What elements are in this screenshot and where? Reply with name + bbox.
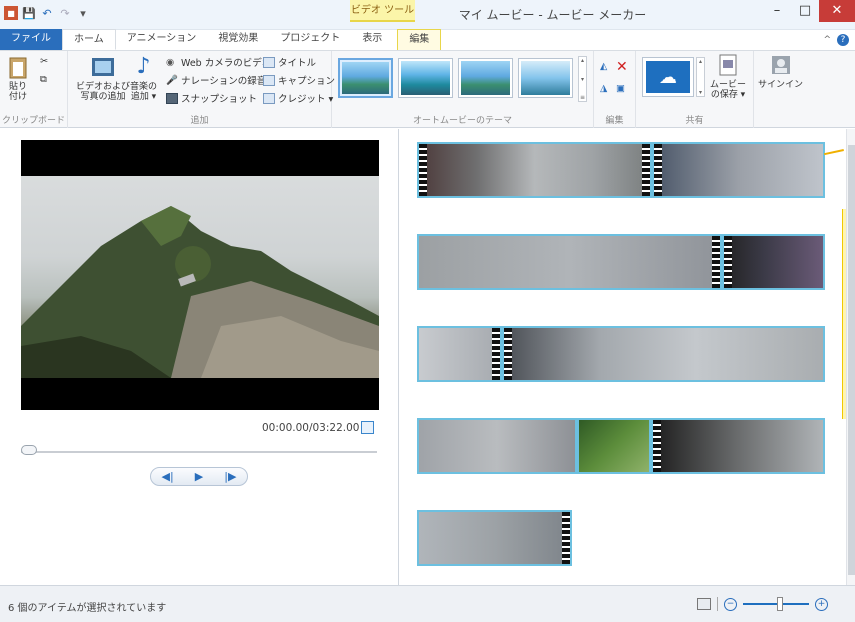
tab-animation[interactable]: アニメーション — [116, 29, 208, 50]
fullscreen-preview-icon[interactable] — [361, 421, 374, 434]
next-frame-icon[interactable]: |▶ — [224, 470, 236, 483]
theme-thumbnail[interactable] — [338, 58, 393, 98]
storyboard — [400, 129, 847, 585]
zoom-in-icon[interactable]: + — [815, 597, 828, 611]
video-frame-image — [21, 176, 379, 378]
tooltip-pointer — [823, 149, 847, 165]
tab-file[interactable]: ファイル — [0, 29, 62, 50]
add-media-button[interactable]: ビデオおよび 写真の追加 — [76, 55, 130, 102]
video-clip[interactable] — [417, 510, 572, 566]
group-share: ☁ ▴ ▾ ムービー の保存 ▾ 共有 — [636, 51, 754, 128]
credits-button[interactable]: クレジット ▾ — [263, 91, 333, 105]
theme-thumbnail[interactable] — [518, 58, 573, 98]
video-clip[interactable] — [651, 418, 825, 474]
microphone-icon: 🎤 — [166, 74, 178, 86]
previous-frame-icon[interactable]: ◀| — [162, 470, 174, 483]
select-all-icon[interactable]: ▣ — [616, 83, 625, 94]
add-music-button[interactable]: ♪ 音楽の 追加 ▾ — [130, 54, 157, 103]
window-controls: – □ ✕ — [763, 0, 855, 22]
video-preview[interactable] — [21, 140, 379, 410]
group-edit: ◭ ✕ ◮ ▣ 編集 — [594, 51, 636, 128]
window-title: マイ ムービー - ムービー メーカー — [458, 8, 647, 22]
storyboard-scrollbar[interactable] — [846, 129, 855, 585]
group-sign-in: サインイン — [754, 51, 804, 128]
video-clip[interactable] — [417, 142, 652, 198]
theme-thumbnail[interactable] — [458, 58, 513, 98]
zoom-slider[interactable] — [743, 597, 809, 611]
share-scroll[interactable]: ▴ ▾ — [696, 57, 705, 97]
tab-visual-effects[interactable]: 視覚効果 — [207, 29, 269, 50]
record-narration-button[interactable]: 🎤 ナレーションの録音 ▾ — [166, 73, 274, 88]
credits-icon — [263, 92, 275, 104]
rotate-right-icon[interactable]: ◮ — [600, 83, 607, 94]
seek-bar[interactable] — [21, 451, 377, 453]
webcam-icon: ◉ — [166, 56, 175, 68]
status-bar: 6 個のアイテムが選択されています − + — [0, 585, 855, 622]
user-icon — [769, 53, 793, 77]
video-clip[interactable] — [417, 326, 502, 382]
themes-scroll[interactable]: ▴ ▾ ≡ — [578, 56, 587, 102]
add-video-photo-icon — [91, 55, 115, 79]
group-label-share: 共有 — [685, 116, 704, 126]
webcam-video-button[interactable]: ◉ Web カメラのビデオ — [166, 55, 271, 70]
minimize-button[interactable]: – — [763, 0, 791, 22]
group-label-themes: オートムービーのテーマ — [412, 116, 512, 126]
zoom-out-icon[interactable]: − — [724, 597, 737, 611]
collapse-ribbon-icon[interactable]: ^ — [823, 35, 831, 45]
music-note-icon: ♪ — [136, 54, 151, 79]
tab-edit[interactable]: 編集 — [397, 29, 442, 50]
status-text: 6 個のアイテムが選択されています — [8, 603, 167, 614]
rotate-left-icon[interactable]: ◭ — [600, 61, 607, 72]
playback-controls: ◀| ▶ |▶ — [150, 467, 248, 486]
maximize-button[interactable]: □ — [791, 0, 819, 22]
copy-icon[interactable]: ⧉ — [40, 74, 47, 85]
video-clip[interactable] — [502, 326, 825, 382]
onedrive-share-button[interactable]: ☁ — [642, 57, 694, 97]
tab-view[interactable]: 表示 — [351, 29, 393, 50]
onedrive-cloud-icon: ☁ — [646, 61, 690, 93]
pane-divider[interactable] — [398, 129, 399, 585]
caption-button[interactable]: キャプション — [263, 73, 335, 87]
video-clip[interactable] — [722, 234, 825, 290]
theme-thumbnail[interactable] — [398, 58, 453, 98]
seek-handle[interactable] — [21, 445, 37, 455]
group-add: ビデオおよび 写真の追加 ♪ 音楽の 追加 ▾ ◉ Web カメラのビデオ 🎤 ナレ… — [68, 51, 335, 128]
tab-home[interactable]: ホーム — [62, 29, 116, 50]
group-label-add: 追加 — [190, 116, 209, 126]
title-icon — [263, 56, 275, 68]
cut-icon[interactable]: ✂ — [40, 56, 48, 67]
sign-in-button[interactable]: サインイン — [758, 53, 803, 90]
video-clip[interactable] — [652, 142, 825, 198]
tab-project[interactable]: プロジェクト — [269, 29, 351, 50]
play-icon[interactable]: ▶ — [195, 470, 203, 483]
thumbnail-size-icon[interactable] — [697, 598, 711, 610]
paste-button[interactable]: 貼り 付け — [6, 55, 30, 102]
group-label-edit: 編集 — [605, 116, 624, 126]
group-automovie-themes: ▴ ▾ ≡ オートムービーのテーマ — [332, 51, 594, 128]
group-label-clipboard: クリップボード — [1, 116, 65, 126]
video-clip[interactable] — [417, 418, 577, 474]
caption-icon — [263, 74, 275, 86]
scrollbar-thumb[interactable] — [848, 145, 855, 575]
zoom-controls: − + — [697, 597, 828, 611]
help-icon[interactable]: ? — [837, 33, 849, 46]
close-button[interactable]: ✕ — [819, 0, 855, 22]
ribbon-tabs: ファイル ホーム アニメーション 視覚効果 プロジェクト 表示 編集 ^ ? — [0, 29, 855, 51]
ribbon: 貼り 付け ✂ ⧉ クリップボード ビデオおよび 写真の追加 ♪ 音楽の 追加 … — [0, 51, 855, 128]
title-button[interactable]: タイトル — [263, 55, 316, 69]
title-bar: ■ 💾 ↶ ↷ ▾ ビデオ ツール マイ ムービー - ムービー メーカー – … — [0, 0, 855, 30]
delete-icon[interactable]: ✕ — [616, 59, 628, 75]
preview-pane: 00:00.00/03:22.00 ◀| ▶ |▶ — [0, 129, 398, 585]
snapshot-button[interactable]: スナップショット — [166, 91, 257, 105]
playback-time: 00:00.00/03:22.00 — [262, 422, 360, 434]
snapshot-icon — [166, 92, 178, 104]
save-movie-button[interactable]: ムービー の保存 ▾ — [710, 53, 746, 100]
save-movie-icon — [716, 53, 740, 77]
paste-icon — [6, 55, 30, 79]
video-clip[interactable] — [577, 418, 651, 474]
group-clipboard: 貼り 付け ✂ ⧉ クリップボード — [0, 51, 68, 128]
zoom-slider-thumb[interactable] — [777, 597, 783, 611]
video-clip[interactable] — [417, 234, 722, 290]
